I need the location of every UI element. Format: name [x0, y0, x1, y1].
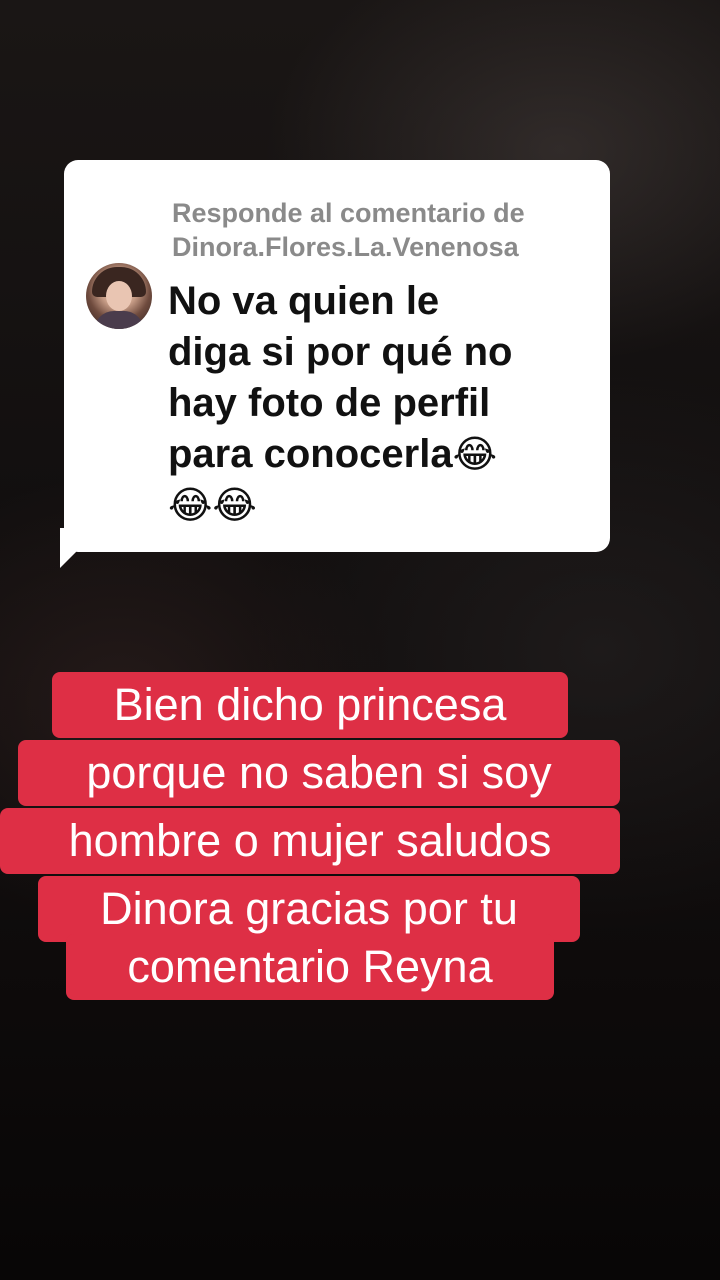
comment-line: hay foto de perfil [168, 381, 491, 425]
reply-header-username: Dinora.Flores.La.Venenosa [172, 232, 519, 262]
comment-line-text: para conocerla [168, 432, 453, 476]
laughing-emoji-icon: 😂😂 [168, 483, 257, 527]
avatar-face [106, 281, 132, 311]
caption-line: comentario Reyna [66, 934, 554, 1000]
comment-line: diga si por qué no [168, 330, 513, 374]
caption-line: porque no saben si soy [18, 740, 620, 806]
reply-header: Responde al comentario de Dinora.Flores.… [172, 196, 592, 264]
avatar-body [94, 311, 144, 329]
laughing-emoji-icon: 😂 [452, 432, 497, 476]
video-background: Responde al comentario de Dinora.Flores.… [0, 0, 720, 1280]
caption-line: hombre o mujer saludos [0, 808, 620, 874]
reply-header-label: Responde al comentario de [172, 198, 525, 228]
comment-line: para conocerla😂 [168, 429, 598, 480]
commenter-avatar[interactable] [86, 263, 152, 329]
reply-bubble-tail [60, 528, 100, 568]
caption-line: Bien dicho princesa [52, 672, 568, 738]
comment-line: No va quien le [168, 279, 440, 323]
caption-line: Dinora gracias por tu [38, 876, 580, 942]
comment-text: No va quien le diga si por qué no hay fo… [168, 276, 598, 531]
